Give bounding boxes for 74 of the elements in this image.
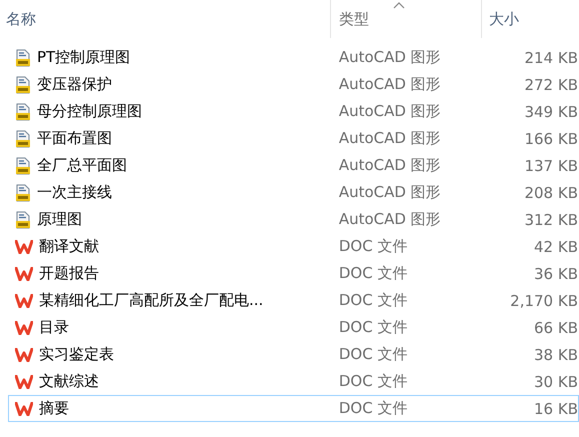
file-name: 原理图	[37, 210, 82, 229]
file-row[interactable]: 开题报告 DOC 文件 36 KB	[8, 260, 579, 287]
file-size: 208 KB	[524, 184, 578, 202]
file-type: AutoCAD 图形	[338, 210, 441, 229]
file-type: DOC 文件	[338, 237, 408, 256]
file-size: 36 KB	[534, 264, 578, 282]
file-name: 目录	[39, 318, 69, 337]
file-name: 平面布置图	[37, 129, 112, 148]
drawing-file-icon	[15, 76, 31, 94]
file-size: 137 KB	[524, 156, 578, 174]
file-type: AutoCAD 图形	[338, 75, 441, 94]
file-row[interactable]: 母分控制原理图 AutoCAD 图形 349 KB	[8, 98, 579, 125]
column-header[interactable]: 大小	[482, 0, 579, 38]
file-row[interactable]: 某精细化工厂高配所及全厂配电... DOC 文件 2,170 KB	[8, 287, 579, 314]
file-row[interactable]: 变压器保护 AutoCAD 图形 272 KB	[8, 71, 579, 98]
file-name: 翻译文献	[39, 237, 99, 256]
file-type: DOC 文件	[338, 264, 408, 283]
drawing-file-icon	[15, 130, 31, 148]
file-name: 摘要	[39, 399, 69, 418]
file-row[interactable]: 文献综述 DOC 文件 30 KB	[8, 368, 579, 395]
w-logo-icon	[15, 266, 33, 280]
file-size: 312 KB	[524, 210, 578, 228]
file-size: 214 KB	[524, 48, 578, 66]
file-type: DOC 文件	[338, 399, 408, 418]
file-type: DOC 文件	[338, 291, 408, 310]
drawing-file-icon	[15, 156, 31, 174]
file-name: 开题报告	[39, 264, 99, 283]
file-name: 某精细化工厂高配所及全厂配电...	[39, 291, 264, 310]
file-size: 272 KB	[524, 76, 578, 94]
file-name: 母分控制原理图	[37, 102, 142, 121]
file-row[interactable]: 平面布置图 AutoCAD 图形 166 KB	[8, 125, 579, 152]
drawing-file-icon	[15, 102, 31, 120]
file-row[interactable]: 目录 DOC 文件 66 KB	[8, 314, 579, 341]
file-size: 42 KB	[534, 238, 578, 256]
file-row[interactable]: 原理图 AutoCAD 图形 312 KB	[8, 206, 579, 233]
file-size: 166 KB	[524, 130, 578, 148]
column-header[interactable]: 类型	[331, 0, 482, 38]
drawing-file-icon	[15, 48, 31, 66]
file-name: 一次主接线	[37, 183, 112, 202]
file-row[interactable]: PT控制原理图 AutoCAD 图形 214 KB	[8, 44, 579, 71]
w-logo-icon	[15, 374, 33, 388]
file-type: AutoCAD 图形	[338, 102, 441, 121]
file-size: 38 KB	[534, 346, 578, 364]
file-size: 2,170 KB	[510, 292, 578, 310]
file-type: AutoCAD 图形	[338, 156, 441, 175]
drawing-file-icon	[15, 210, 31, 228]
file-type: AutoCAD 图形	[338, 129, 441, 148]
file-type: DOC 文件	[338, 345, 408, 364]
w-logo-icon	[15, 348, 33, 362]
file-size: 16 KB	[534, 400, 578, 418]
drawing-file-icon	[15, 184, 31, 202]
file-row[interactable]: 摘要 DOC 文件 16 KB	[8, 395, 579, 422]
sort-up-icon	[393, 2, 405, 9]
file-row[interactable]: 实习鉴定表 DOC 文件 38 KB	[8, 341, 579, 368]
file-row[interactable]: 翻译文献 DOC 文件 42 KB	[8, 233, 579, 260]
file-name: 实习鉴定表	[39, 345, 114, 364]
file-size: 30 KB	[534, 372, 578, 390]
file-row[interactable]: 全厂总平面图 AutoCAD 图形 137 KB	[8, 152, 579, 179]
w-logo-icon	[15, 294, 33, 308]
file-name: 全厂总平面图	[37, 156, 127, 175]
w-logo-icon	[15, 240, 33, 254]
file-name: PT控制原理图	[37, 48, 130, 67]
w-logo-icon	[15, 320, 33, 334]
file-name: 变压器保护	[37, 75, 112, 94]
file-size: 66 KB	[534, 318, 578, 336]
file-type: AutoCAD 图形	[338, 48, 441, 67]
w-logo-icon	[15, 402, 33, 416]
file-size: 349 KB	[524, 102, 578, 120]
file-type: AutoCAD 图形	[338, 183, 441, 202]
column-header[interactable]: 名称	[0, 0, 331, 38]
file-row[interactable]: 一次主接线 AutoCAD 图形 208 KB	[8, 179, 579, 206]
file-type: DOC 文件	[338, 372, 408, 391]
file-type: DOC 文件	[338, 318, 408, 337]
file-name: 文献综述	[39, 372, 99, 391]
